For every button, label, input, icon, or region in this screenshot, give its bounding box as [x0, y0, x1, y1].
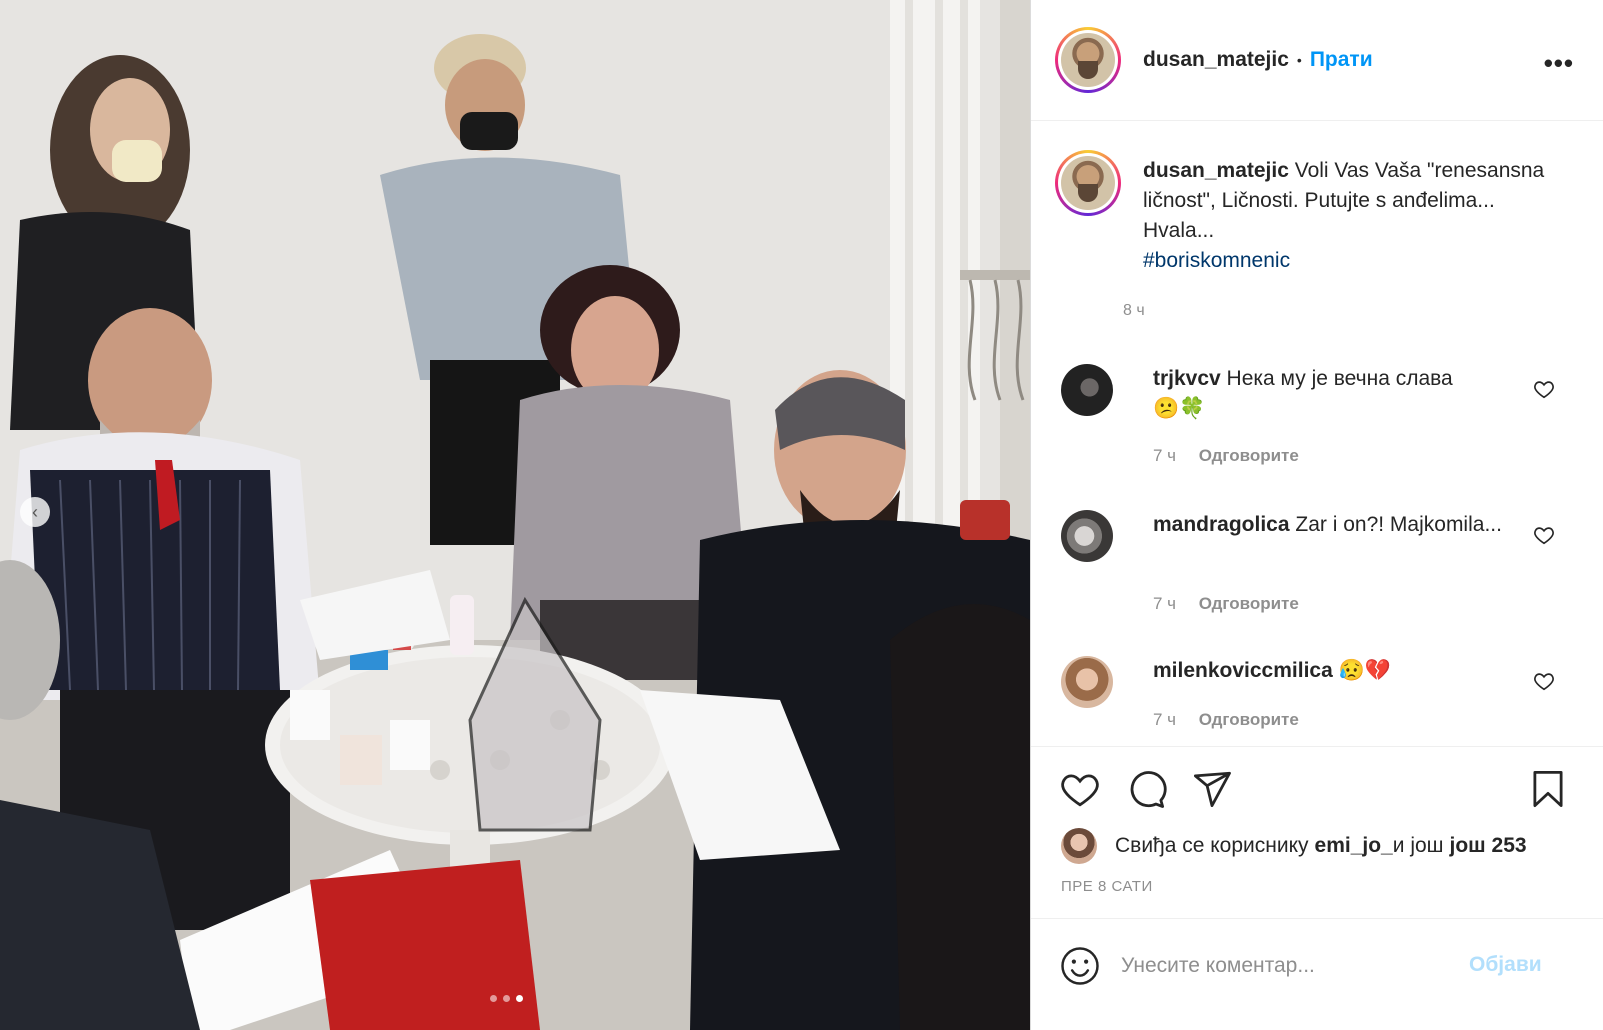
comment-time: 7 ч: [1153, 710, 1177, 729]
post-date: ПРЕ 8 САТИ: [1061, 878, 1153, 895]
comment-time: 7 ч: [1153, 594, 1177, 613]
author-avatar[interactable]: [1055, 27, 1121, 93]
comment-form: Објави: [1031, 918, 1603, 1030]
commenter-username[interactable]: trjkvcv: [1153, 367, 1221, 390]
commenter-avatar[interactable]: [1061, 656, 1113, 708]
more-icon[interactable]: •••: [1544, 48, 1574, 79]
heart-icon[interactable]: [1533, 670, 1555, 692]
separator-dot: •: [1296, 52, 1302, 68]
liker-username[interactable]: emi_jo_: [1315, 834, 1393, 858]
actions-divider: [1031, 746, 1603, 747]
photo-scene: [0, 0, 1030, 1030]
likes-middle: и још: [1392, 834, 1444, 857]
likes-count[interactable]: још 253: [1450, 834, 1527, 858]
heart-icon[interactable]: [1059, 768, 1101, 810]
post-header: dusan_matejic • Прати •••: [1031, 0, 1603, 121]
comment-time: 7 ч: [1153, 446, 1177, 465]
share-icon[interactable]: [1191, 768, 1233, 810]
post-photo[interactable]: ‹: [0, 0, 1030, 1030]
carousel-dot-active: [516, 995, 523, 1002]
likes-summary: Свиђа се кориснику emi_jo_ и још још 253: [1061, 828, 1527, 864]
bookmark-icon[interactable]: [1527, 768, 1569, 810]
likes-prefix: Свиђа се кориснику: [1115, 834, 1309, 857]
comment-text: Нека му је вечна слава: [1220, 367, 1453, 390]
commenter-username[interactable]: mandragolica: [1153, 513, 1290, 536]
post-comment-button[interactable]: Објави: [1469, 953, 1542, 977]
caption-avatar[interactable]: [1055, 150, 1121, 216]
heart-icon[interactable]: [1533, 378, 1555, 400]
carousel-dot: [490, 995, 497, 1002]
carousel-dot: [503, 995, 510, 1002]
reply-button[interactable]: Одговорите: [1199, 446, 1299, 465]
caption-time: 8 ч: [1123, 302, 1145, 319]
comment-emoji: 😥💔: [1338, 659, 1391, 682]
post-side-panel: dusan_matejic • Прати ••• dusan_matejic …: [1030, 0, 1603, 1030]
commenter-avatar[interactable]: [1061, 510, 1113, 562]
comment-text: Zar i on?! Majkomila...: [1289, 513, 1502, 536]
follow-button[interactable]: Прати: [1310, 48, 1373, 72]
comment-icon[interactable]: [1125, 768, 1167, 810]
reply-button[interactable]: Одговорите: [1199, 594, 1299, 613]
heart-icon[interactable]: [1533, 524, 1555, 546]
comment-input[interactable]: [1121, 947, 1461, 985]
post-caption: dusan_matejic Voli Vas Vaša "renesansna …: [1055, 150, 1575, 276]
reply-button[interactable]: Одговорите: [1199, 710, 1299, 729]
author-username[interactable]: dusan_matejic: [1143, 48, 1289, 72]
caption-username[interactable]: dusan_matejic: [1143, 159, 1289, 182]
emoji-icon[interactable]: [1059, 945, 1101, 987]
caption-hashtag[interactable]: #boriskomnenic: [1143, 249, 1290, 272]
carousel-prev-button[interactable]: ‹: [20, 497, 50, 527]
carousel-indicator: [490, 995, 523, 1002]
liker-avatar[interactable]: [1061, 828, 1097, 864]
commenter-avatar[interactable]: [1061, 364, 1113, 416]
comment-emoji: 😕🍀: [1153, 397, 1206, 420]
commenter-username[interactable]: milenkoviccmilica: [1153, 659, 1333, 682]
chevron-left-icon: ‹: [32, 501, 38, 522]
